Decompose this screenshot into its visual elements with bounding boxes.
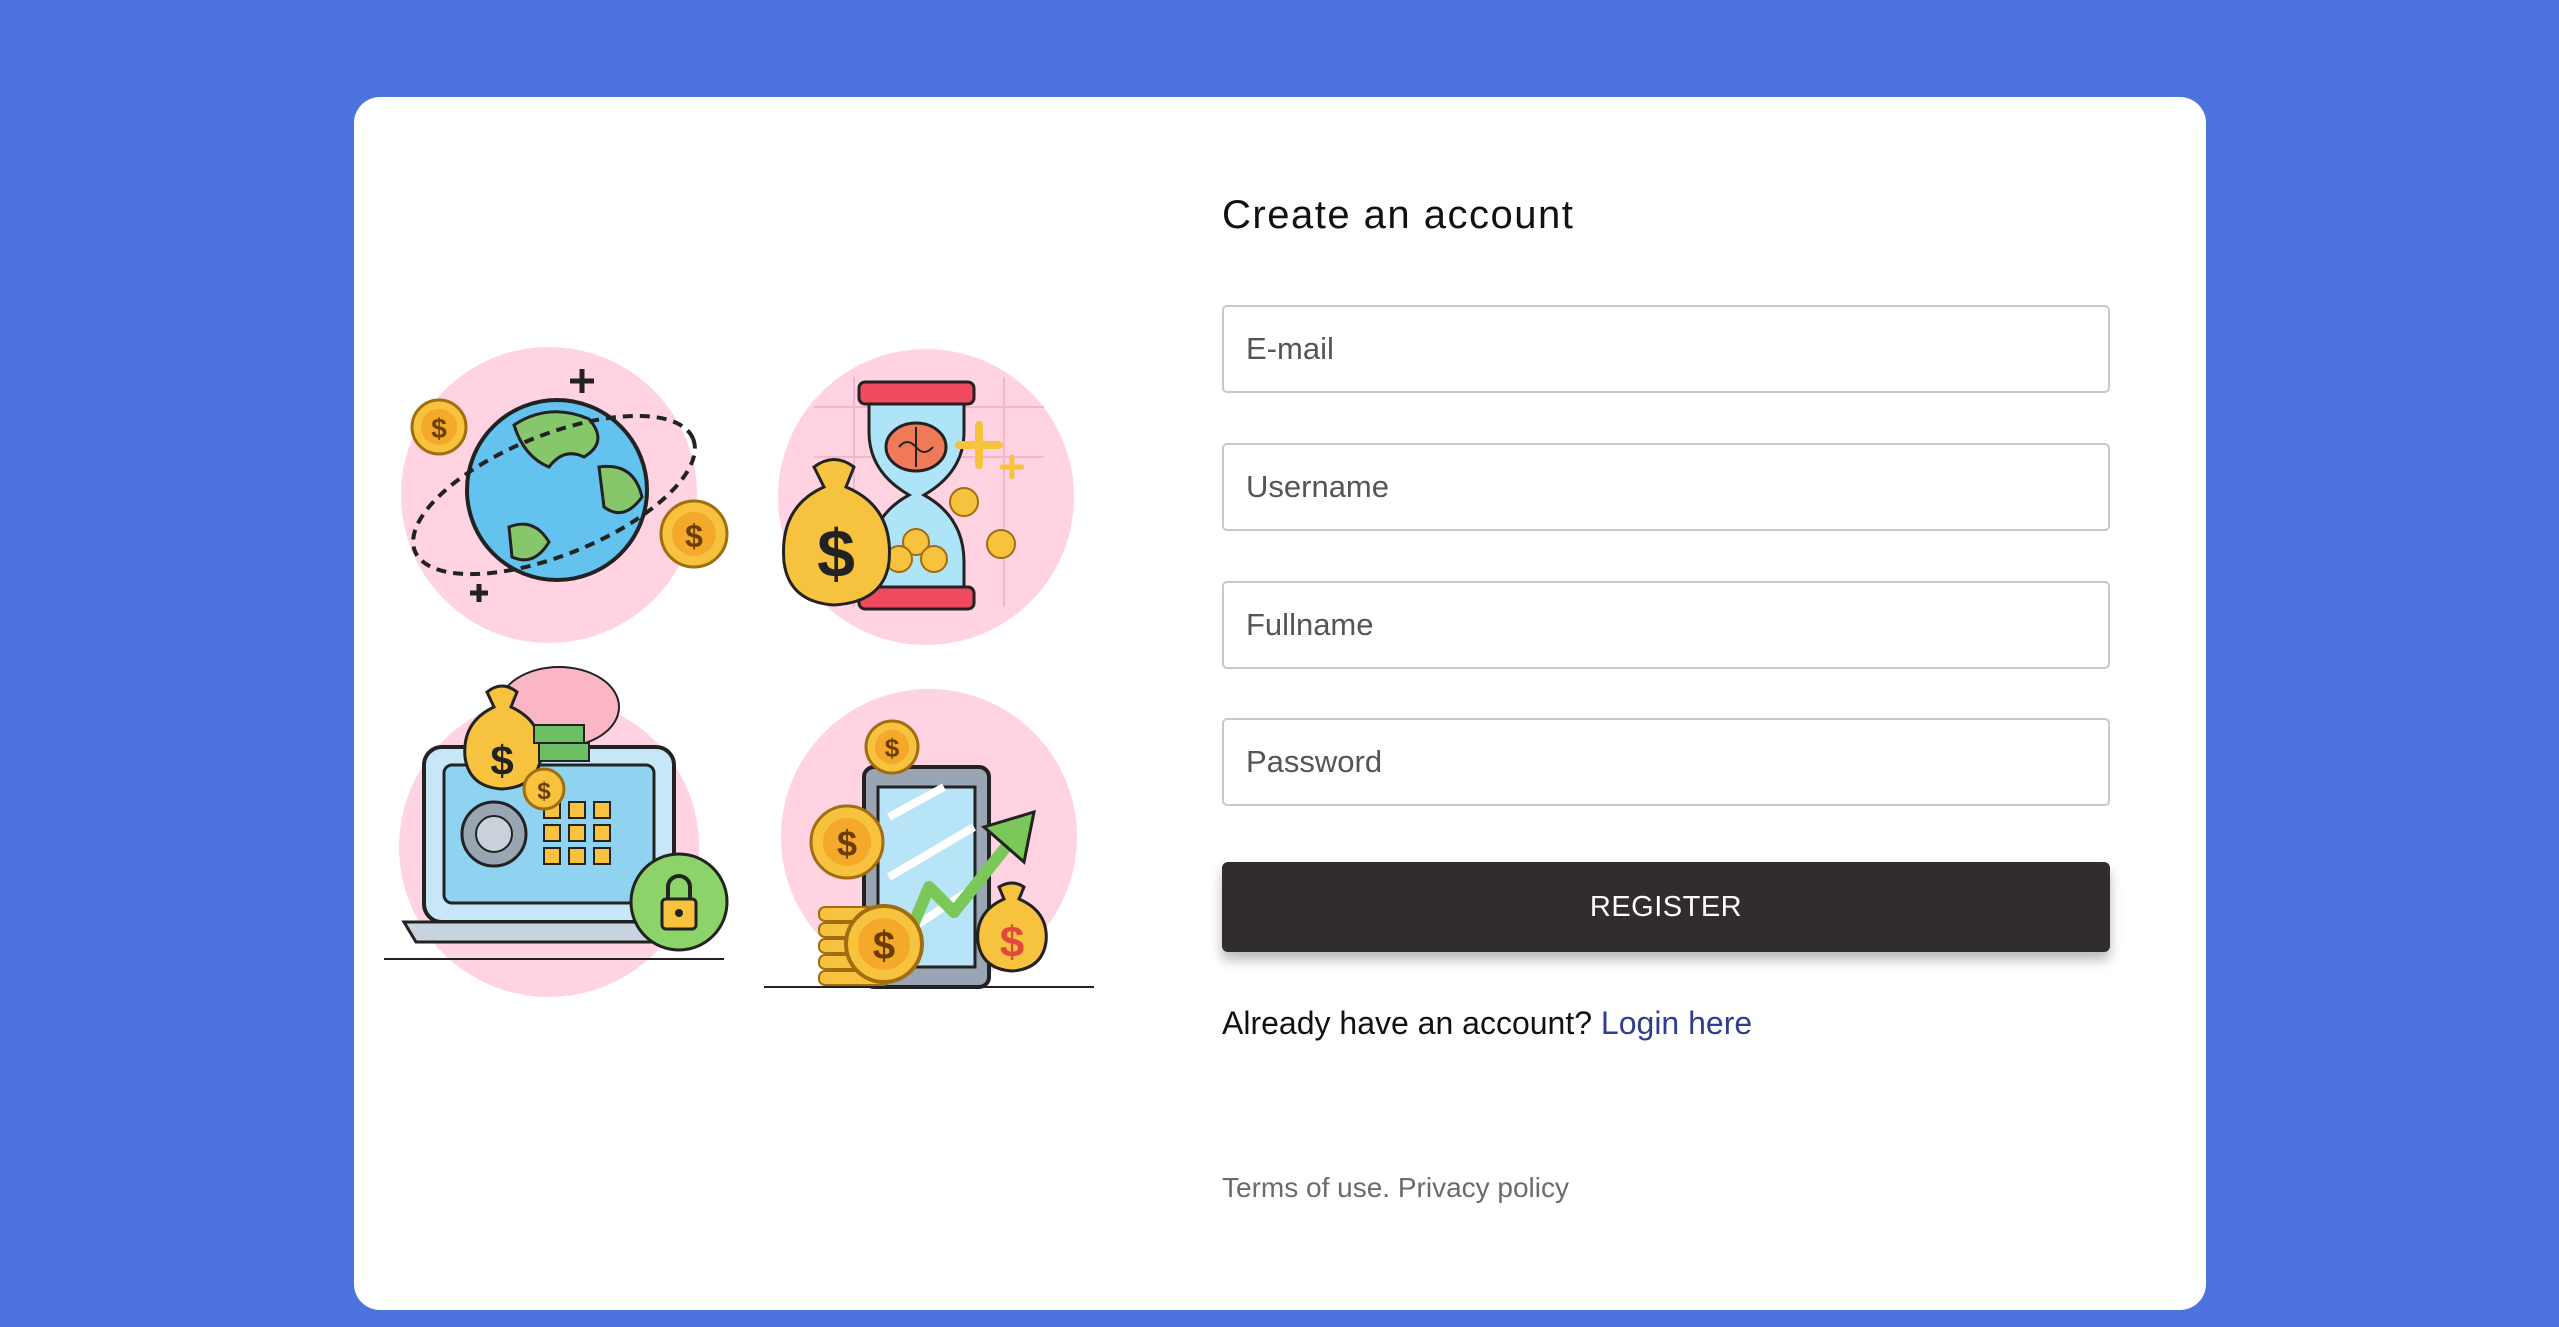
coin-icon: $ — [864, 719, 920, 775]
finance-illustration-svg: $ $ $ $ $ $ $ $ $ — [384, 347, 1094, 997]
footer-links: Terms of use. Privacy policy — [1222, 1172, 1569, 1204]
laptop-safe-icon — [384, 666, 729, 997]
register-card: $ $ $ $ $ $ $ $ $ Create an account E-ma… — [354, 97, 2206, 1310]
svg-text:$: $ — [1000, 918, 1024, 967]
register-button[interactable]: REGISTER — [1222, 862, 2110, 952]
svg-text:$: $ — [885, 733, 900, 763]
coin-icon: $ — [659, 499, 729, 569]
terms-of-use-link[interactable]: Terms of use. — [1222, 1172, 1390, 1203]
register-form: Create an account REGISTER Already have … — [1222, 97, 2112, 1310]
coin-icon: $ — [410, 398, 468, 456]
fullname-field[interactable] — [1222, 581, 2110, 669]
email-field[interactable] — [1222, 305, 2110, 393]
finance-illustration: $ $ $ $ $ $ $ $ $ — [384, 347, 1164, 1087]
svg-text:$: $ — [873, 924, 895, 968]
svg-text:$: $ — [837, 823, 857, 864]
password-field[interactable] — [1222, 718, 2110, 806]
login-prompt-text: Already have an account? — [1222, 1005, 1593, 1041]
svg-text:$: $ — [817, 516, 855, 592]
svg-text:$: $ — [431, 413, 447, 444]
login-prompt-line: Already have an account? Login here — [1222, 1005, 1752, 1042]
username-field[interactable] — [1222, 443, 2110, 531]
privacy-policy-link[interactable]: Privacy policy — [1398, 1172, 1569, 1203]
login-link[interactable]: Login here — [1601, 1005, 1752, 1041]
coin-icon: $ — [809, 804, 885, 880]
svg-text:$: $ — [490, 737, 513, 784]
svg-text:$: $ — [685, 518, 703, 554]
page-title: Create an account — [1222, 193, 1575, 237]
svg-text:$: $ — [537, 778, 551, 805]
globe-icon — [401, 347, 697, 643]
